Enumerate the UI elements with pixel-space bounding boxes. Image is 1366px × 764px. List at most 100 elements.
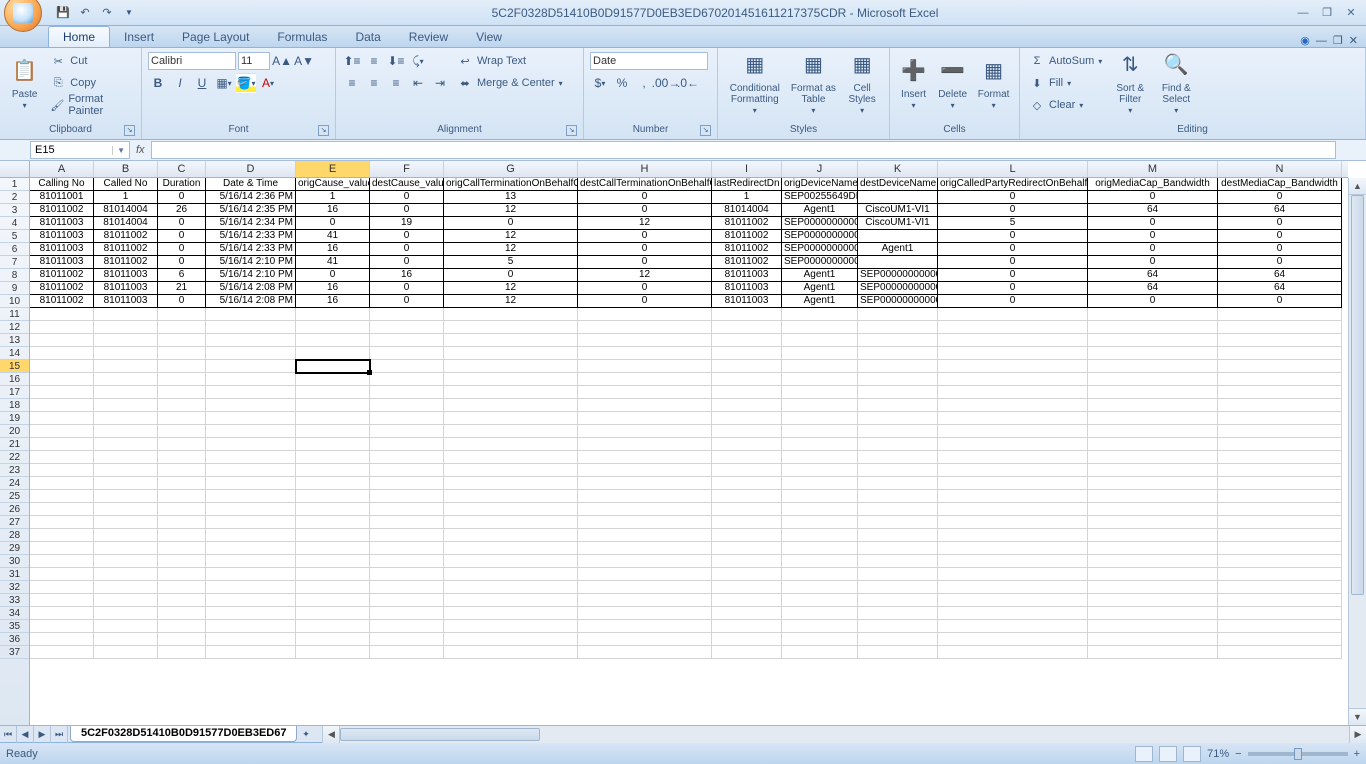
cell[interactable]: 5/16/14 2:33 PM [206, 243, 296, 256]
cell[interactable] [578, 490, 712, 503]
cell[interactable] [938, 399, 1088, 412]
increase-indent-icon[interactable]: ⇥ [430, 73, 450, 93]
cell[interactable] [206, 386, 296, 399]
row-header[interactable]: 1 [0, 178, 29, 191]
cell[interactable] [712, 529, 782, 542]
cell[interactable]: SEP00255649DF28 [782, 191, 858, 204]
cell[interactable] [578, 516, 712, 529]
cell[interactable]: 12 [444, 243, 578, 256]
cell[interactable] [94, 334, 158, 347]
cell[interactable]: 0 [938, 191, 1088, 204]
align-middle-icon[interactable]: ≡ [364, 51, 384, 71]
cell[interactable] [858, 425, 938, 438]
cell[interactable] [858, 464, 938, 477]
autosum-button[interactable]: ΣAutoSum▾ [1026, 50, 1105, 72]
cell[interactable]: 0 [158, 243, 206, 256]
cell[interactable] [1088, 308, 1218, 321]
cell[interactable] [158, 477, 206, 490]
cell[interactable] [296, 451, 370, 464]
cell[interactable]: 81011002 [712, 230, 782, 243]
cell[interactable]: 41 [296, 230, 370, 243]
cell[interactable]: 0 [578, 295, 712, 308]
cell[interactable]: 81011003 [30, 243, 94, 256]
cell[interactable]: 0 [578, 230, 712, 243]
cell[interactable] [94, 581, 158, 594]
cell[interactable] [578, 425, 712, 438]
zoom-out-icon[interactable]: − [1235, 748, 1241, 760]
cell[interactable] [444, 581, 578, 594]
row-header[interactable]: 13 [0, 334, 29, 347]
cell[interactable] [858, 490, 938, 503]
cell[interactable] [158, 542, 206, 555]
cell[interactable]: 26 [158, 204, 206, 217]
cell[interactable] [782, 399, 858, 412]
cell[interactable]: Date & Time [206, 178, 296, 191]
cell[interactable] [30, 347, 94, 360]
cell[interactable] [782, 620, 858, 633]
cell[interactable]: 0 [370, 204, 444, 217]
cell[interactable] [158, 308, 206, 321]
row-header[interactable]: 14 [0, 347, 29, 360]
cell[interactable] [578, 607, 712, 620]
accounting-format-icon[interactable]: $▾ [590, 73, 610, 93]
cell[interactable]: 81011002 [94, 256, 158, 269]
cell[interactable] [206, 633, 296, 646]
cell[interactable] [370, 360, 444, 373]
cell[interactable] [1218, 503, 1342, 516]
row-header[interactable]: 21 [0, 438, 29, 451]
cell[interactable] [444, 620, 578, 633]
cell[interactable] [444, 529, 578, 542]
cell[interactable] [206, 399, 296, 412]
cell[interactable]: Agent1 [782, 295, 858, 308]
cell[interactable] [296, 360, 370, 373]
cell[interactable] [370, 607, 444, 620]
cell[interactable] [444, 425, 578, 438]
cell[interactable] [782, 568, 858, 581]
cell[interactable] [30, 568, 94, 581]
cell[interactable] [444, 503, 578, 516]
align-right-icon[interactable]: ≡ [386, 73, 406, 93]
cell[interactable]: 16 [296, 243, 370, 256]
align-bottom-icon[interactable]: ⬇≡ [386, 51, 406, 71]
cell[interactable] [444, 568, 578, 581]
cell[interactable]: 5/16/14 2:36 PM [206, 191, 296, 204]
row-header[interactable]: 15 [0, 360, 29, 373]
cell[interactable] [444, 321, 578, 334]
cell[interactable] [206, 568, 296, 581]
cell[interactable] [712, 542, 782, 555]
cell[interactable] [938, 607, 1088, 620]
cell[interactable] [158, 321, 206, 334]
cell[interactable] [444, 399, 578, 412]
cell[interactable] [858, 308, 938, 321]
cell[interactable] [296, 425, 370, 438]
underline-button[interactable]: U [192, 73, 212, 93]
cell[interactable]: destCause_value [370, 178, 444, 191]
cell[interactable] [578, 321, 712, 334]
save-icon[interactable]: 💾 [54, 4, 72, 22]
cell[interactable]: 0 [1218, 191, 1342, 204]
cell[interactable] [30, 386, 94, 399]
cell[interactable] [158, 451, 206, 464]
cell[interactable] [712, 399, 782, 412]
cell[interactable] [296, 516, 370, 529]
cell[interactable]: Agent1 [858, 243, 938, 256]
fill-color-button[interactable]: 🪣▾ [236, 73, 256, 93]
tab-page-layout[interactable]: Page Layout [168, 27, 263, 47]
cell[interactable] [30, 334, 94, 347]
cell[interactable] [94, 594, 158, 607]
bold-button[interactable]: B [148, 73, 168, 93]
cell[interactable] [30, 646, 94, 659]
row-header[interactable]: 7 [0, 256, 29, 269]
cell[interactable] [94, 516, 158, 529]
cell[interactable] [444, 490, 578, 503]
cell[interactable] [1218, 321, 1342, 334]
cell[interactable] [444, 347, 578, 360]
cell[interactable]: 81011003 [712, 295, 782, 308]
cell[interactable] [578, 555, 712, 568]
cell[interactable]: 0 [938, 256, 1088, 269]
vertical-scrollbar[interactable]: ▲ ▼ [1348, 178, 1366, 725]
cell[interactable] [444, 594, 578, 607]
cell[interactable] [158, 646, 206, 659]
cell[interactable]: SEP000000000000 [858, 269, 938, 282]
column-header[interactable]: F [370, 161, 444, 177]
